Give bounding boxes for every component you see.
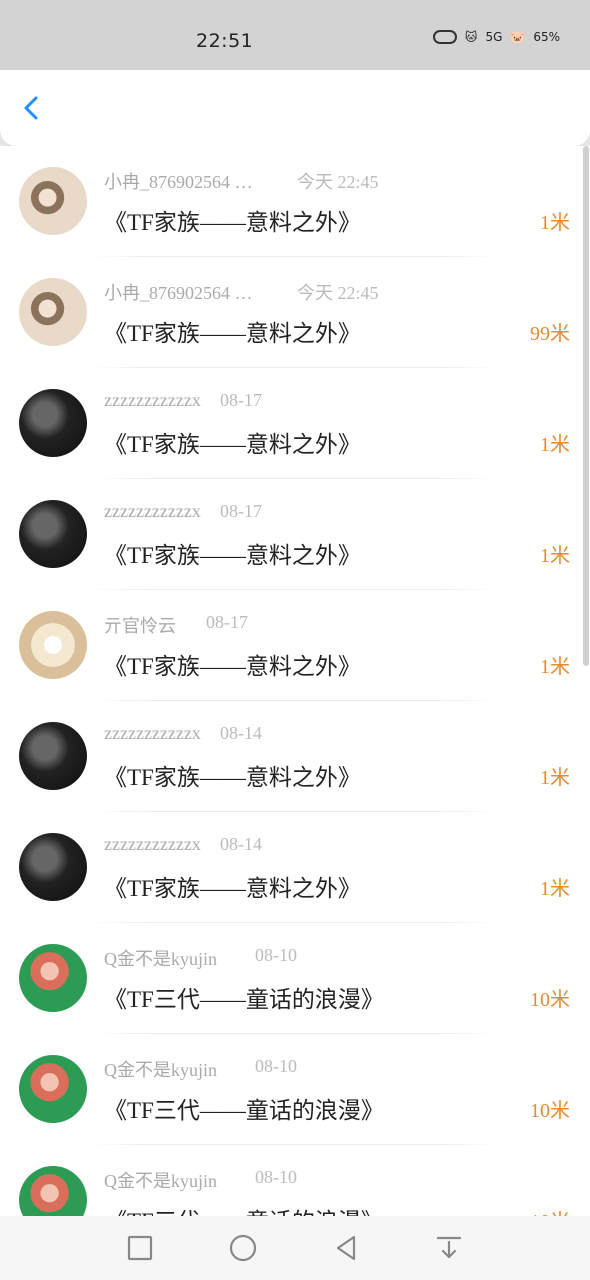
username: Q金不是kyujin bbox=[104, 1060, 218, 1080]
message-text: 《TF家族——意料之外》 bbox=[104, 432, 361, 457]
username: zzzzzzzzzzzx bbox=[104, 834, 201, 854]
message-text: 《TF家族——意料之外》 bbox=[104, 543, 361, 568]
circle-icon[interactable] bbox=[227, 1232, 259, 1264]
avatar[interactable] bbox=[19, 944, 87, 1012]
cat-icon: 🐱 bbox=[464, 30, 478, 44]
avatar[interactable] bbox=[19, 500, 87, 568]
username: Q金不是kyujin bbox=[104, 1171, 218, 1191]
list-item[interactable]: zzzzzzzzzzzx 08-14 《TF家族——意料之外》 1米 bbox=[0, 812, 590, 923]
username: 小冉_876902564 … bbox=[104, 283, 253, 303]
timestamp: 08-17 bbox=[206, 612, 248, 632]
timestamp: 08-17 bbox=[220, 390, 262, 410]
distance: 10米 bbox=[530, 989, 570, 1011]
visitor-list[interactable]: 小冉_876902564 … 今天 22:45 《TF家族——意料之外》 1米 … bbox=[0, 146, 590, 1216]
list-item[interactable]: zzzzzzzzzzzx 08-17 《TF家族——意料之外》 1米 bbox=[0, 479, 590, 590]
distance: 1米 bbox=[540, 656, 570, 678]
chevron-left-icon[interactable] bbox=[18, 94, 46, 122]
app-header bbox=[0, 70, 590, 146]
message-text: 《TF三代——童话的浪漫》 bbox=[104, 1098, 384, 1123]
distance: 10米 bbox=[530, 1100, 570, 1122]
timestamp: 08-10 bbox=[255, 1167, 297, 1187]
message-text: 《TF三代——童话的浪漫》 bbox=[104, 987, 384, 1012]
username: zzzzzzzzzzzx bbox=[104, 501, 201, 521]
timestamp: 今天 22:45 bbox=[297, 283, 379, 303]
battery-percent: 65% bbox=[533, 30, 560, 44]
vr-mask-icon bbox=[432, 30, 457, 44]
list-item[interactable]: Q金不是kyujin 08-10 《TF三代——童话的浪漫》 10米 bbox=[0, 923, 590, 1034]
message-text: 《TF家族——意料之外》 bbox=[104, 210, 361, 235]
status-time: 22:51 bbox=[196, 30, 254, 52]
username: zzzzzzzzzzzx bbox=[104, 390, 201, 410]
username: Q金不是kyujin bbox=[104, 949, 218, 969]
avatar[interactable] bbox=[19, 278, 87, 346]
username: 小冉_876902564 … bbox=[104, 172, 253, 192]
avatar[interactable] bbox=[19, 833, 87, 901]
avatar[interactable] bbox=[19, 611, 87, 679]
distance: 99米 bbox=[530, 323, 570, 345]
avatar[interactable] bbox=[19, 1166, 87, 1216]
distance: 1米 bbox=[540, 767, 570, 789]
message-text: 《TF家族——意料之外》 bbox=[104, 765, 361, 790]
message-text: 《TF三代——童话的浪漫》 bbox=[104, 1202, 384, 1216]
avatar[interactable] bbox=[19, 389, 87, 457]
list-item[interactable]: 小冉_876902564 … 今天 22:45 《TF家族——意料之外》 99米 bbox=[0, 257, 590, 368]
timestamp: 08-14 bbox=[220, 723, 262, 743]
timestamp: 08-10 bbox=[255, 945, 297, 965]
list-item[interactable]: 亓官怜云 08-17 《TF家族——意料之外》 1米 bbox=[0, 590, 590, 701]
triangle-back-icon[interactable] bbox=[330, 1232, 362, 1264]
message-text: 《TF家族——意料之外》 bbox=[104, 321, 361, 346]
battery-animal-icon: 🐷 bbox=[510, 30, 526, 44]
distance: 1米 bbox=[540, 434, 570, 456]
list-item[interactable]: zzzzzzzzzzzx 08-17 《TF家族——意料之外》 1米 bbox=[0, 368, 590, 479]
distance: 1米 bbox=[540, 878, 570, 900]
message-text: 《TF家族——意料之外》 bbox=[104, 876, 361, 901]
avatar[interactable] bbox=[19, 722, 87, 790]
status-bar: 22:51 🐱 5G 🐷 65% bbox=[0, 0, 590, 70]
network-badge: 5G bbox=[485, 30, 503, 44]
timestamp: 08-14 bbox=[220, 834, 262, 854]
avatar[interactable] bbox=[19, 1055, 87, 1123]
username: zzzzzzzzzzzx bbox=[104, 723, 201, 743]
list-item[interactable]: Q金不是kyujin 08-10 《TF三代——童话的浪漫》 10米 bbox=[0, 1145, 590, 1216]
distance: 1米 bbox=[540, 212, 570, 234]
distance: 1米 bbox=[540, 545, 570, 567]
username: 亓官怜云 bbox=[104, 616, 176, 636]
list-item[interactable]: Q金不是kyujin 08-10 《TF三代——童话的浪漫》 10米 bbox=[0, 1034, 590, 1145]
square-icon[interactable] bbox=[124, 1232, 156, 1264]
message-text: 《TF家族——意料之外》 bbox=[104, 654, 361, 679]
status-icons: 🐱 5G 🐷 65% bbox=[432, 30, 560, 44]
list-item[interactable]: 小冉_876902564 … 今天 22:45 《TF家族——意料之外》 1米 bbox=[0, 146, 590, 257]
distance: 10米 bbox=[530, 1205, 570, 1216]
timestamp: 08-17 bbox=[220, 501, 262, 521]
avatar[interactable] bbox=[19, 167, 87, 235]
timestamp: 今天 22:45 bbox=[297, 172, 379, 192]
list-item[interactable]: zzzzzzzzzzzx 08-14 《TF家族——意料之外》 1米 bbox=[0, 701, 590, 812]
timestamp: 08-10 bbox=[255, 1056, 297, 1076]
arrow-down-icon[interactable] bbox=[433, 1232, 465, 1264]
system-navigation-bar bbox=[0, 1216, 590, 1280]
